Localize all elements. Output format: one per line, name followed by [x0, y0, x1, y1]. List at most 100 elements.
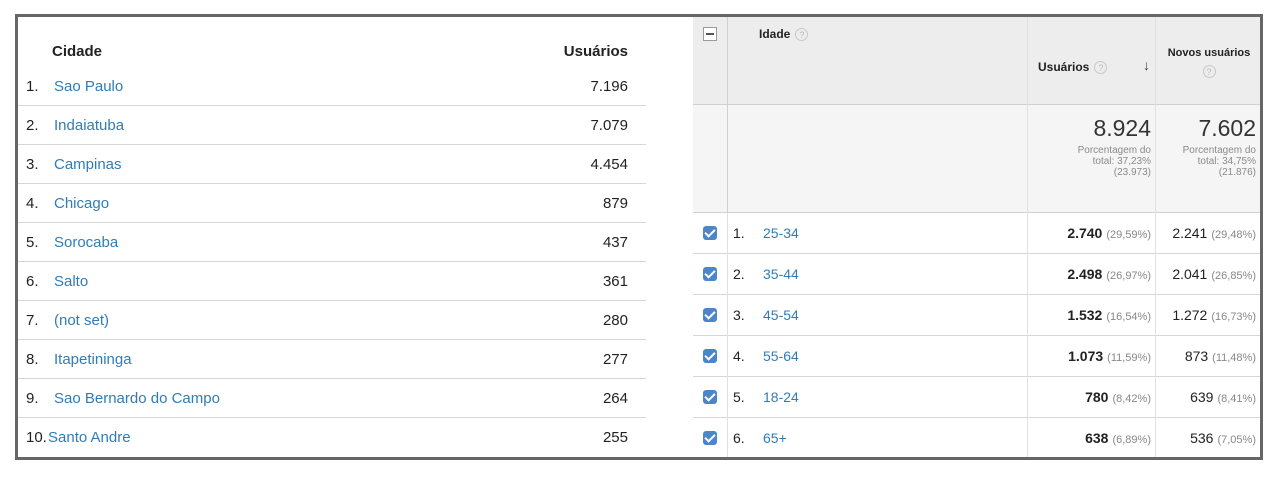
new-users-percent: (8,41%) [1217, 393, 1256, 405]
users-value: 7.079 [590, 117, 628, 134]
row-checkbox[interactable] [703, 308, 717, 322]
total-users-line1: Porcentagem do [1077, 145, 1151, 156]
table-row: 4. Chicago 879 [18, 184, 646, 223]
help-icon[interactable]: ? [1094, 61, 1108, 75]
cities-table: Cidade Usuários 1. Sao Paulo 7.196 2. In… [18, 17, 646, 457]
table-row: 7. (not set) 280 [18, 301, 646, 340]
column-header-users[interactable]: Usuários? [1038, 60, 1108, 75]
row-rank: 5. [733, 389, 745, 405]
city-link[interactable]: Campinas [54, 156, 122, 173]
city-link[interactable]: (not set) [54, 312, 109, 329]
city-link[interactable]: Santo Andre [48, 429, 131, 446]
row-rank: 5. [26, 234, 39, 251]
total-new-users-line1: Porcentagem do [1182, 145, 1256, 156]
row-rank: 4. [26, 195, 39, 212]
row-rank: 3. [26, 156, 39, 173]
column-divider [1027, 17, 1028, 457]
row-rank: 1. [733, 225, 745, 241]
users-cell: 1.073 (11,59%) [1031, 348, 1151, 364]
users-value: 780 [1085, 389, 1109, 405]
row-checkbox[interactable] [703, 267, 717, 281]
column-header-users[interactable]: Usuários [564, 43, 628, 60]
city-link[interactable]: Sao Paulo [54, 78, 123, 95]
users-value: 437 [602, 234, 628, 251]
users-value: 255 [602, 429, 628, 446]
cities-table-header: Cidade Usuários [18, 37, 646, 61]
new-users-percent: (7,05%) [1217, 434, 1256, 446]
row-rank: 3. [733, 307, 745, 323]
row-checkbox[interactable] [703, 349, 717, 363]
new-users-cell: 1.272 (16,73%) [1159, 307, 1256, 323]
age-link[interactable]: 25-34 [763, 225, 799, 241]
city-link[interactable]: Chicago [54, 195, 109, 212]
column-header-city[interactable]: Cidade [52, 43, 102, 60]
age-link[interactable]: 45-54 [763, 307, 799, 323]
total-users-value: 8.924 [1093, 115, 1151, 141]
select-all-checkbox[interactable] [703, 27, 717, 41]
row-checkbox[interactable] [703, 226, 717, 240]
users-value: 4.454 [590, 156, 628, 173]
row-checkbox[interactable] [703, 431, 717, 445]
users-value: 638 [1085, 430, 1109, 446]
total-users: 8.924 Porcentagem do total: 37,23% (23.9… [1031, 115, 1151, 178]
total-users-line3: (23.973) [1113, 167, 1151, 178]
users-cell: 2.498 (26,97%) [1031, 266, 1151, 282]
users-percent: (26,97%) [1106, 270, 1151, 282]
age-link[interactable]: 65+ [763, 430, 787, 446]
new-users-percent: (29,48%) [1211, 229, 1256, 241]
sort-descending-icon[interactable]: ↓ [1143, 57, 1150, 73]
age-link[interactable]: 55-64 [763, 348, 799, 364]
row-rank: 4. [733, 348, 745, 364]
column-divider [1155, 17, 1156, 457]
new-users-value: 1.272 [1172, 307, 1208, 323]
users-percent: (16,54%) [1106, 311, 1151, 323]
total-new-users: 7.602 Porcentagem do total: 34,75% (21.8… [1159, 115, 1256, 178]
age-link[interactable]: 18-24 [763, 389, 799, 405]
column-header-new-users[interactable]: Novos usuários ? [1159, 47, 1259, 78]
users-value: 361 [602, 273, 628, 290]
help-icon[interactable]: ? [795, 28, 809, 42]
users-value: 2.498 [1067, 266, 1103, 282]
new-users-value: 2.041 [1172, 266, 1208, 282]
users-value: 879 [602, 195, 628, 212]
users-cell: 638 (6,89%) [1031, 430, 1151, 446]
new-users-cell: 2.041 (26,85%) [1159, 266, 1256, 282]
new-users-value: 873 [1184, 348, 1209, 364]
new-users-cell: 2.241 (29,48%) [1159, 225, 1256, 241]
users-percent: (6,89%) [1112, 434, 1151, 446]
age-table: Idade? Usuários? ↓ Novos usuários ? 8.92… [693, 17, 1260, 457]
column-header-age-label: Idade [759, 27, 791, 41]
row-rank: 1. [26, 78, 39, 95]
table-row: 2. Indaiatuba 7.079 [18, 106, 646, 145]
city-link[interactable]: Sorocaba [54, 234, 118, 251]
users-percent: (11,59%) [1107, 352, 1151, 364]
table-row: 2. 35-44 2.498 (26,97%) 2.041 (26,85%) [693, 254, 1260, 295]
row-rank: 10. [26, 429, 47, 446]
row-rank: 6. [733, 430, 745, 446]
new-users-value: 536 [1190, 430, 1214, 446]
column-divider [727, 213, 728, 457]
total-new-users-value: 7.602 [1198, 115, 1256, 141]
new-users-value: 639 [1190, 389, 1214, 405]
total-new-users-line2: total: 34,75% [1197, 156, 1256, 167]
new-users-cell: 536 (7,05%) [1159, 430, 1256, 446]
city-link[interactable]: Sao Bernardo do Campo [54, 390, 220, 407]
age-link[interactable]: 35-44 [763, 266, 799, 282]
city-link[interactable]: Itapetininga [54, 351, 132, 368]
users-percent: (8,42%) [1112, 393, 1151, 405]
help-icon[interactable]: ? [1202, 65, 1216, 78]
table-row: 5. 18-24 780 (8,42%) 639 (8,41%) [693, 377, 1260, 418]
users-value: 7.196 [590, 78, 628, 95]
report-frame: Cidade Usuários 1. Sao Paulo 7.196 2. In… [15, 14, 1263, 460]
new-users-cell: 639 (8,41%) [1159, 389, 1256, 405]
age-table-header: Idade? Usuários? ↓ Novos usuários ? [693, 17, 1260, 105]
users-cell: 2.740 (29,59%) [1031, 225, 1151, 241]
city-link[interactable]: Salto [54, 273, 88, 290]
table-row: 8. Itapetininga 277 [18, 340, 646, 379]
row-rank: 2. [733, 266, 745, 282]
row-rank: 9. [26, 390, 39, 407]
column-header-age[interactable]: Idade? [759, 27, 809, 42]
city-link[interactable]: Indaiatuba [54, 117, 124, 134]
new-users-percent: (16,73%) [1211, 311, 1256, 323]
row-checkbox[interactable] [703, 390, 717, 404]
